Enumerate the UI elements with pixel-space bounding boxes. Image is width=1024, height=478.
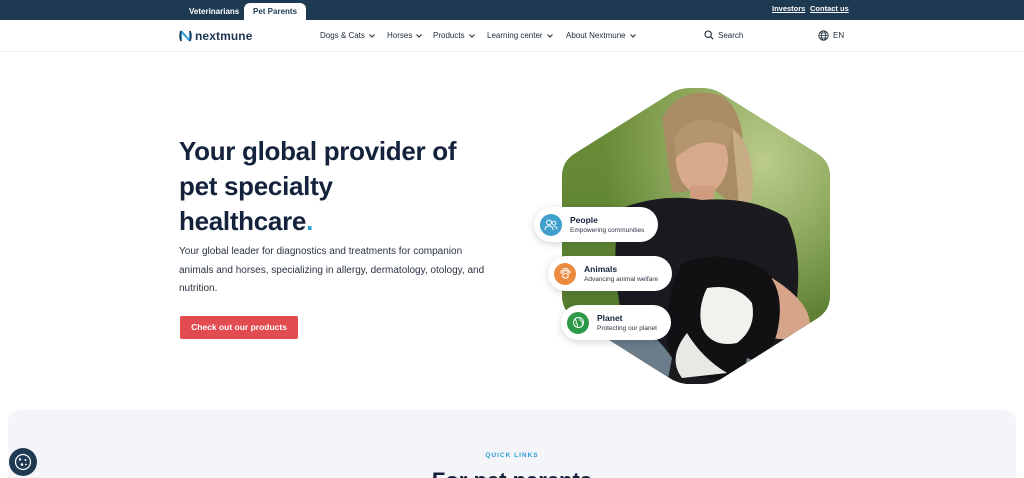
hero-subtitle: Your global leader for diagnostics and t… bbox=[179, 246, 485, 294]
search-icon bbox=[704, 30, 714, 40]
pillar-animals[interactable]: Animals Advancing animal welfare bbox=[548, 256, 673, 291]
nav-item-label: Horses bbox=[387, 31, 413, 40]
pillar-description: Empowering communities bbox=[570, 226, 645, 234]
pillar-title: Planet bbox=[597, 312, 623, 323]
quick-links-heading: For pet parents bbox=[8, 468, 1016, 478]
paw-icon bbox=[554, 262, 576, 285]
nav-item-dogs-cats[interactable]: Dogs & Cats bbox=[320, 31, 375, 40]
logo-text: nextmune bbox=[195, 29, 253, 43]
hero-title-dot: . bbox=[306, 206, 314, 236]
hero-title-line: Your global provider of bbox=[179, 136, 457, 166]
chevron-down-icon bbox=[369, 33, 375, 38]
pillar-description: Protecting our planet bbox=[597, 324, 657, 332]
nav-item-products[interactable]: Products bbox=[433, 31, 475, 40]
pillar-title: People bbox=[570, 214, 598, 225]
check-products-button[interactable]: Check out our products bbox=[180, 316, 298, 339]
quick-links-label: QUICK LINKS bbox=[485, 452, 539, 459]
chevron-down-icon bbox=[629, 33, 636, 38]
cookie-icon bbox=[14, 453, 32, 471]
pillar-text: Animals Advancing animal welfare bbox=[584, 264, 658, 284]
people-icon bbox=[540, 213, 562, 236]
hero-title: Your global provider of pet specialty he… bbox=[179, 134, 499, 239]
tab-veterinarians[interactable]: Veterinarians bbox=[180, 3, 248, 20]
pillar-text: Planet Protecting our planet bbox=[597, 313, 657, 333]
chevron-down-icon bbox=[416, 33, 423, 38]
nav-item-about-nextmune[interactable]: About Nextmune bbox=[566, 31, 636, 40]
language-selector[interactable]: EN bbox=[818, 30, 844, 41]
contact-us-link[interactable]: Contact us bbox=[810, 4, 849, 13]
pillar-text: People Empowering communities bbox=[570, 215, 644, 235]
nav-item-label: Products bbox=[433, 31, 465, 40]
nav-item-learning-center[interactable]: Learning center bbox=[487, 31, 553, 40]
globe-icon bbox=[818, 30, 829, 41]
hero-title-line: healthcare bbox=[179, 206, 307, 236]
pillar-description: Advancing animal welfare bbox=[584, 275, 659, 283]
chevron-down-icon bbox=[546, 33, 553, 38]
nextmune-logo-icon bbox=[179, 30, 192, 42]
search-label: Search bbox=[718, 30, 744, 40]
pillar-planet[interactable]: Planet Protecting our planet bbox=[561, 305, 671, 340]
chevron-down-icon bbox=[468, 33, 475, 38]
nextmune-logo[interactable]: nextmune bbox=[179, 29, 252, 43]
quick-links-section: QUICK LINKS For pet parents bbox=[8, 410, 1016, 478]
nav-item-label: Learning center bbox=[487, 31, 543, 40]
search-button[interactable]: Search bbox=[704, 30, 743, 40]
pillar-people[interactable]: People Empowering communities bbox=[534, 207, 659, 242]
top-utility-bar: Veterinarians Pet Parents Investors Cont… bbox=[0, 0, 1024, 20]
tab-pet-parents[interactable]: Pet Parents bbox=[244, 3, 307, 20]
nav-item-label: About Nextmune bbox=[566, 31, 626, 40]
main-navigation: nextmune Dogs & Cats Horses Products Lea… bbox=[0, 20, 1024, 52]
investors-link[interactable]: Investors bbox=[772, 4, 805, 13]
cookie-settings-button[interactable] bbox=[9, 448, 37, 476]
globe-icon bbox=[567, 311, 589, 334]
nav-item-horses[interactable]: Horses bbox=[387, 31, 423, 40]
pillar-title: Animals bbox=[584, 263, 618, 274]
language-label: EN bbox=[833, 31, 845, 40]
hero-title-line: pet specialty bbox=[179, 171, 333, 201]
nav-item-label: Dogs & Cats bbox=[320, 31, 365, 40]
